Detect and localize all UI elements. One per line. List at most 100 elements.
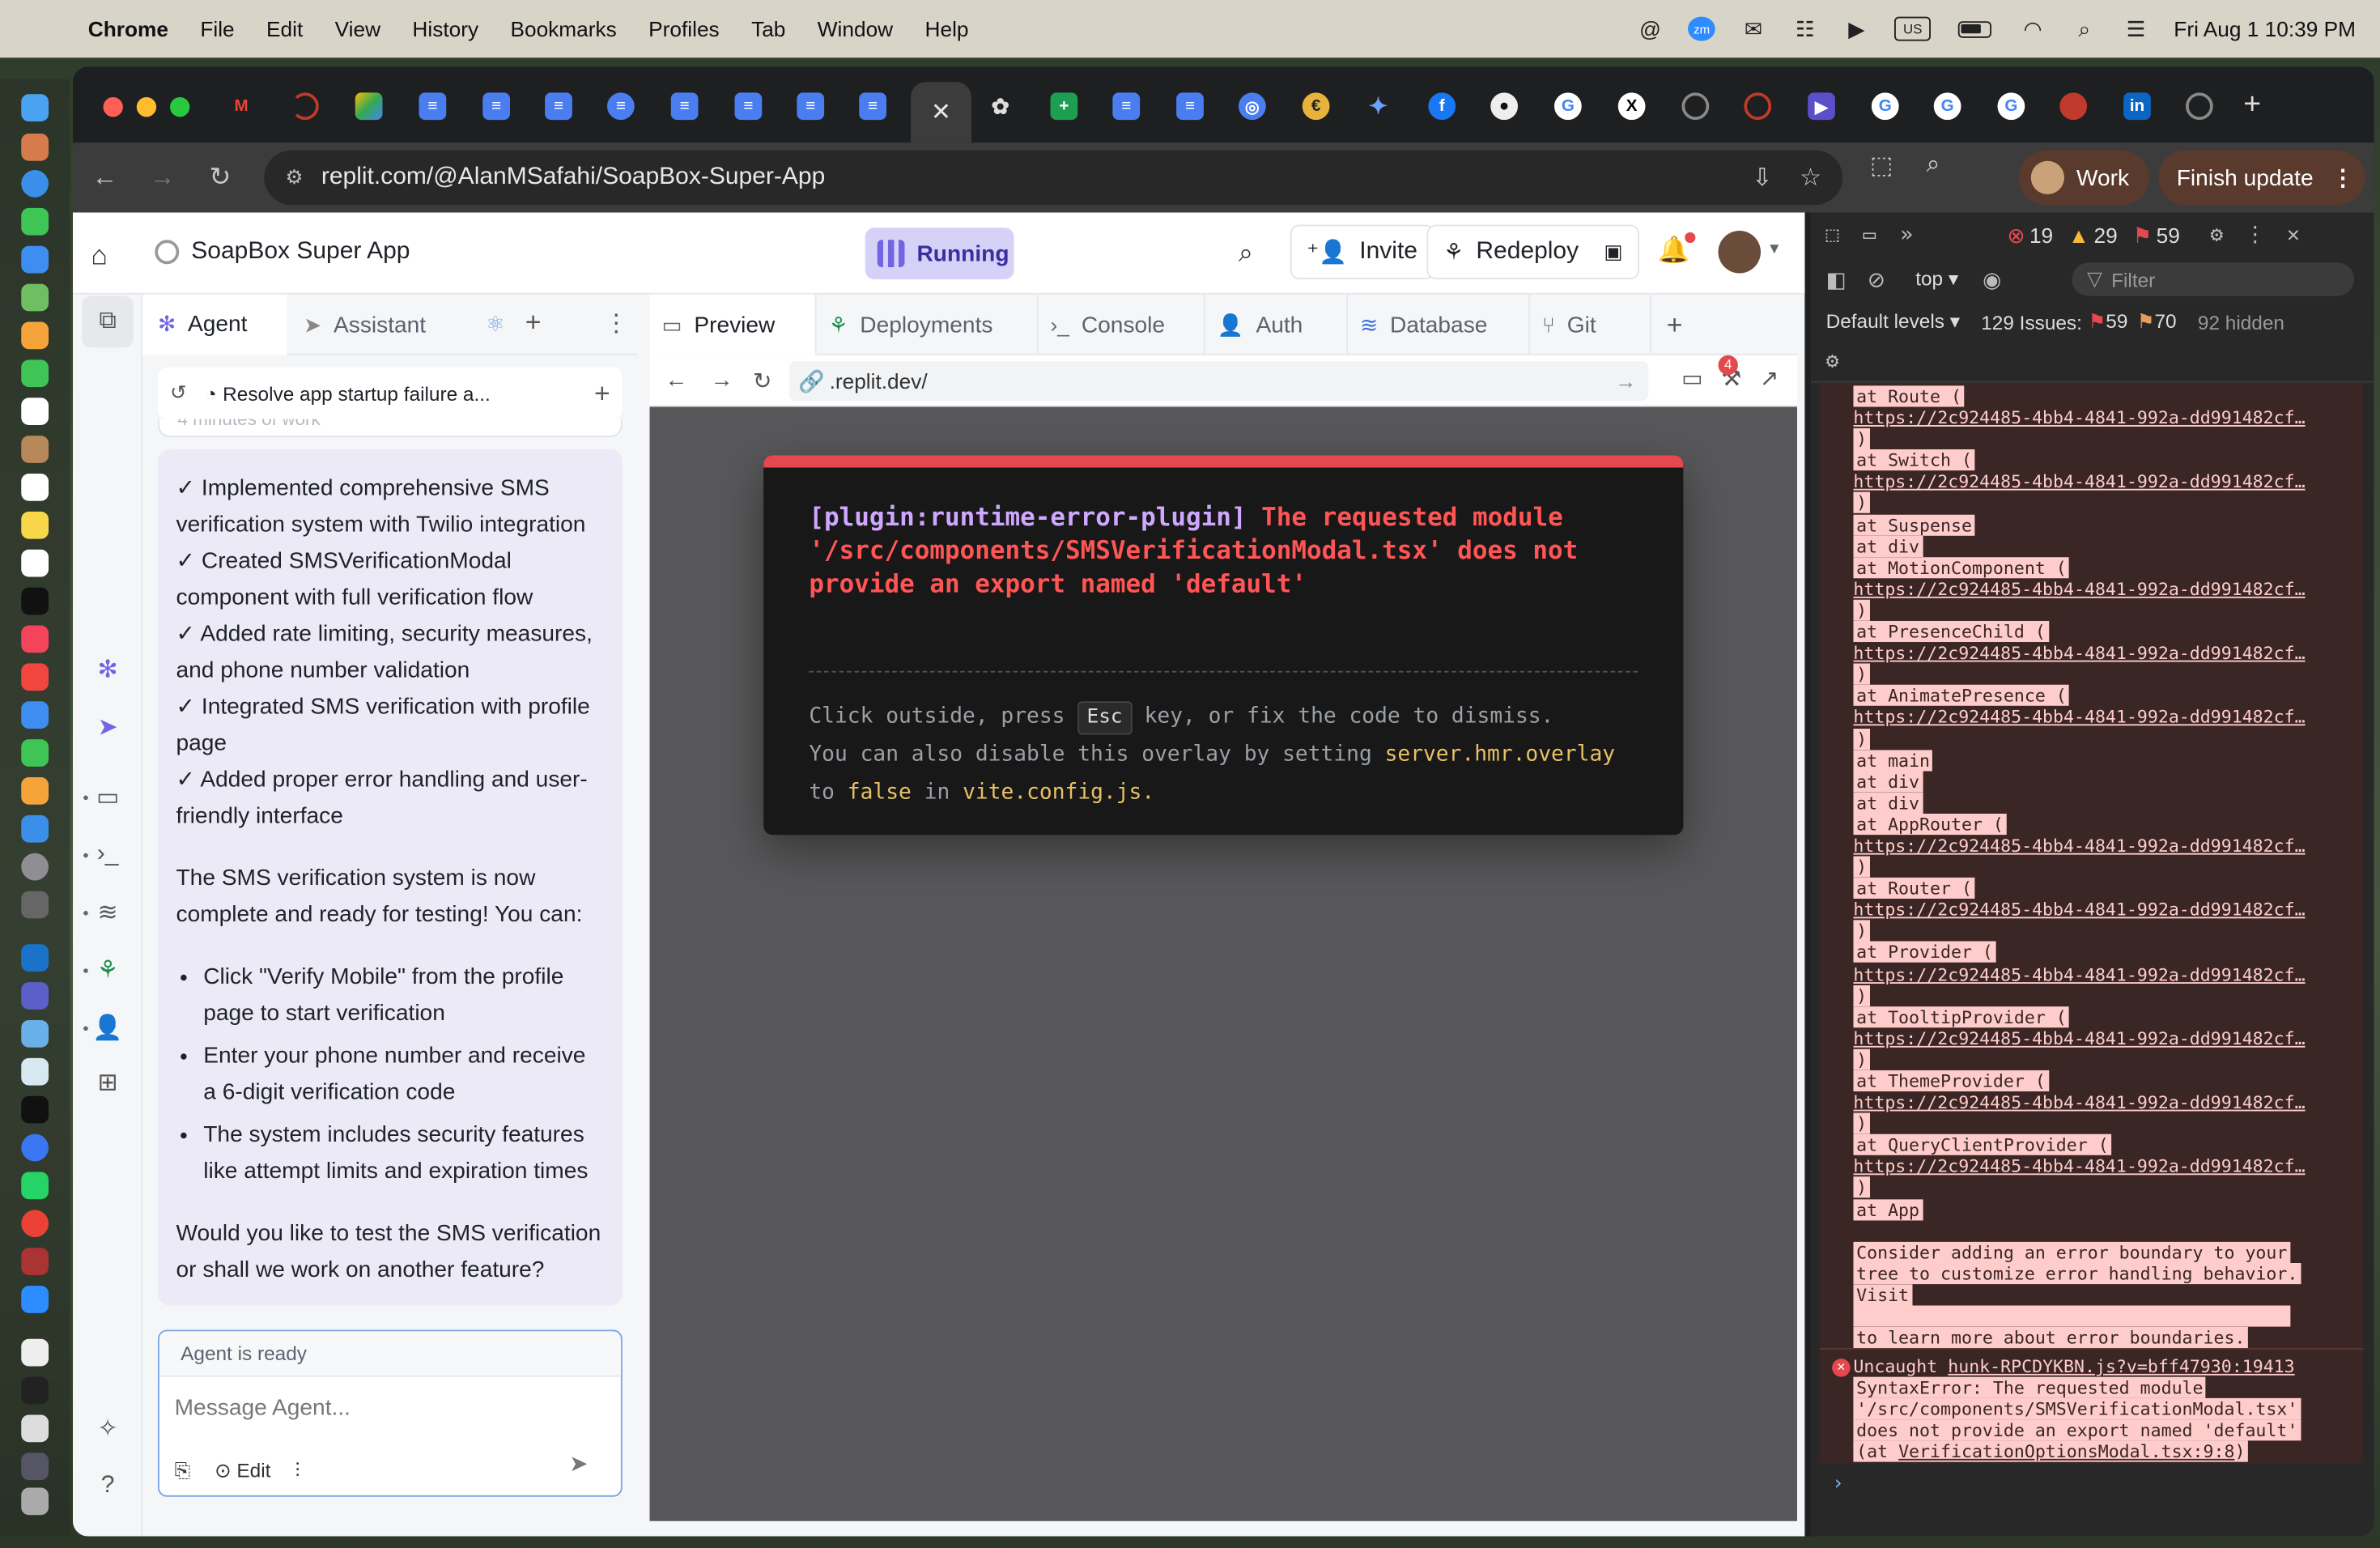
extensions-icon[interactable]: ⬚ (1870, 151, 1893, 181)
tab-docs-icon[interactable]: ≡ (419, 92, 447, 121)
theme-rail-icon[interactable]: ✧ (91, 1412, 125, 1445)
preview-reload-icon[interactable]: ↻ (753, 368, 772, 395)
vite-error-overlay[interactable]: [plugin:runtime-error-plugin] The reques… (763, 455, 1684, 836)
menu-clock[interactable]: Fri Aug 1 10:39 PM (2174, 17, 2356, 41)
finish-update-button[interactable]: Finish update ⋮ (2158, 150, 2365, 206)
stack-source-link[interactable]: https://2c924485-4bb4-4841-992a-dd991482… (1853, 963, 2305, 985)
terminal-dock-icon[interactable] (21, 1095, 49, 1124)
tab-docs-icon[interactable]: ≡ (545, 92, 572, 121)
error-count[interactable]: ⊗ 19 (2007, 223, 2053, 249)
tab-gmail-icon[interactable]: M (227, 92, 255, 120)
preview-forward-icon[interactable]: → (711, 368, 733, 393)
copy-icon[interactable]: ▣ (1604, 240, 1622, 264)
menu-view[interactable]: View (335, 17, 380, 41)
zoom-dock-icon[interactable] (21, 1286, 49, 1313)
more-vert-icon[interactable]: ⋮ (604, 308, 628, 339)
tab-globe-icon[interactable]: ◎ (1239, 92, 1266, 121)
numbers-icon[interactable] (21, 739, 49, 767)
open-new-window-icon[interactable]: ↗ (1760, 364, 1779, 392)
tv-icon[interactable] (21, 587, 49, 615)
tab-github-icon[interactable]: ● (1490, 92, 1518, 121)
close-devtools-icon[interactable]: ✕ (2287, 223, 2300, 248)
error-boundary-link[interactable]: https://reactjs.org/link/error-boundarie… (1853, 1305, 2291, 1327)
assistant-rail-icon[interactable]: ➤ (91, 711, 125, 744)
document-dock-icon[interactable] (21, 1338, 49, 1367)
trash-icon[interactable] (21, 1487, 49, 1516)
tab-circle-icon[interactable] (1681, 92, 1710, 121)
console-rail-icon[interactable]: ›_ (91, 838, 125, 871)
tab-docs-icon[interactable]: ≡ (1112, 92, 1141, 121)
inspect-icon[interactable]: ⬚ (1826, 223, 1839, 248)
tab-docs-icon[interactable]: ≡ (1176, 92, 1204, 121)
forward-icon[interactable]: → (134, 163, 191, 194)
tab-shield-icon[interactable] (2059, 92, 2088, 121)
stack-source-link[interactable]: https://2c924485-4bb4-4841-992a-dd991482… (1853, 1027, 2305, 1048)
profile-button[interactable]: Work (2018, 150, 2149, 206)
clear-console-icon[interactable]: ⊘ (1868, 266, 1885, 292)
preview-dock-icon[interactable] (21, 1020, 49, 1048)
menu-file[interactable]: File (200, 17, 234, 41)
history-icon[interactable]: ↺ (170, 381, 186, 406)
attach-icon[interactable]: ⎘ (175, 1459, 191, 1483)
close-tab-icon[interactable]: ✕ (931, 97, 951, 128)
message-input[interactable]: Message Agent... (175, 1395, 621, 1428)
tab-docs-icon[interactable]: ≡ (482, 92, 510, 121)
battery-icon[interactable] (1955, 17, 1995, 41)
tab-git[interactable]: ⑂ Git (1530, 294, 1651, 355)
downloads-dock-icon[interactable] (21, 1414, 49, 1443)
teams-icon[interactable]: ☷ (1791, 16, 1819, 41)
tab-assistant[interactable]: ➤ Assistant (288, 295, 470, 355)
tab-docs-icon[interactable]: ≡ (797, 92, 825, 121)
stack-source-link[interactable]: https://2c924485-4bb4-4841-992a-dd991482… (1853, 707, 2305, 728)
install-app-icon[interactable]: ⇩ (1752, 163, 1772, 194)
tab-agent[interactable]: ✻ Agent (142, 294, 287, 355)
agent-rail-icon[interactable]: ✻ (91, 653, 125, 686)
input-source-indicator[interactable]: US (1894, 16, 1932, 41)
help-icon[interactable]: ? (91, 1469, 125, 1503)
spotlight-icon[interactable]: ⌕ (2071, 16, 2098, 41)
tab-docs-icon[interactable]: ≡ (859, 92, 886, 121)
context-selector[interactable]: top ▾ (1915, 267, 1958, 291)
tab-loading-icon[interactable] (291, 92, 319, 121)
more-vert-icon[interactable]: ⋮ (2331, 164, 2354, 191)
new-thread-icon[interactable]: + (594, 377, 610, 409)
back-icon[interactable]: ← (76, 163, 134, 194)
menu-app-name[interactable]: Chrome (88, 17, 168, 41)
signal-dock-icon[interactable] (21, 1133, 49, 1162)
files-dock-icon[interactable] (21, 1057, 49, 1086)
preview-url-field[interactable]: 🔗 .replit.dev/ → (789, 361, 1649, 401)
react-icon[interactable]: ⚛ (486, 311, 505, 337)
finder-icon[interactable] (21, 94, 49, 121)
menu-history[interactable]: History (412, 17, 478, 41)
all-tools-icon[interactable]: ⊞ (91, 1065, 125, 1099)
utilities-icon[interactable] (21, 891, 49, 919)
pages-icon[interactable] (21, 777, 49, 805)
reminders-icon[interactable] (21, 474, 49, 501)
search-icon[interactable]: ⌕ (1239, 238, 1253, 269)
invite-button[interactable]: ⁺👤 Invite (1290, 224, 1434, 279)
tab-console[interactable]: ›_ Console (1039, 294, 1205, 355)
notes-icon[interactable] (21, 511, 49, 539)
reload-icon[interactable]: ↻ (191, 163, 249, 194)
stack-source-link[interactable]: https://2c924485-4bb4-4841-992a-dd991482… (1853, 835, 2305, 856)
preview-rail-icon[interactable]: ▭ (91, 780, 125, 814)
menu-help[interactable]: Help (925, 17, 969, 41)
close-window-button[interactable] (103, 97, 123, 117)
control-center-icon[interactable]: ☰ (2123, 16, 2150, 41)
chevron-down-icon[interactable]: ▼ (1767, 241, 1783, 258)
tab-database[interactable]: ≋ Database (1348, 294, 1530, 355)
freeform-icon[interactable] (21, 549, 49, 577)
go-icon[interactable]: → (1615, 369, 1636, 393)
thread-title[interactable]: Resolve app startup failure a... (223, 382, 491, 405)
tab-search-icon[interactable]: ⌕ (1927, 152, 1940, 180)
whatsapp-dock-icon[interactable] (21, 1172, 49, 1200)
address-url[interactable]: replit.com/@AlanMSafahi/SoapBox-Super-Ap… (321, 164, 825, 192)
tab-circle-icon[interactable] (2186, 92, 2213, 121)
levels-dropdown[interactable]: Default levels ▾ (1826, 310, 1960, 334)
wifi-icon[interactable]: ◠ (2019, 16, 2046, 41)
tab-x-icon[interactable]: X (1617, 92, 1646, 121)
active-tab[interactable]: ✕ (911, 82, 971, 143)
launchpad-icon[interactable] (21, 134, 49, 161)
stack-dock-icon[interactable] (21, 1452, 49, 1481)
tab-facebook-icon[interactable]: f (1428, 92, 1456, 121)
